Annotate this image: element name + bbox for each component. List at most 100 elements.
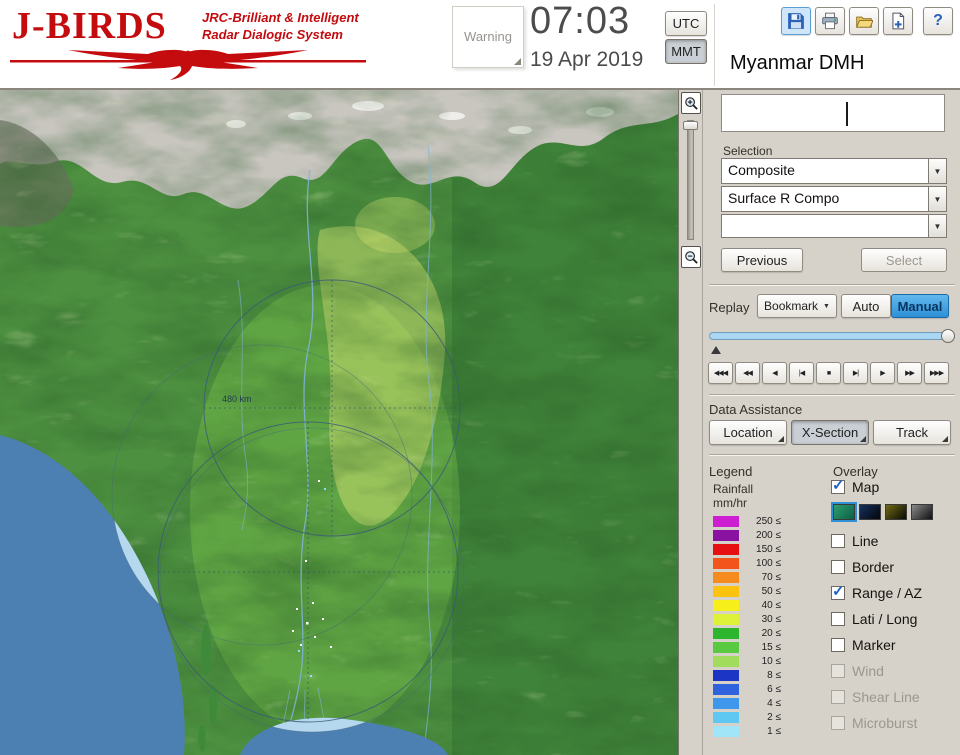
surface-combo-value[interactable]: Surface R Compo — [721, 186, 928, 212]
open-file-button[interactable] — [849, 7, 879, 35]
legend-value: 100 ≤ — [756, 557, 781, 569]
help-button[interactable]: ? — [923, 7, 953, 35]
overlay-item-label: Marker — [852, 637, 896, 653]
overlay-item-line[interactable]: Line — [831, 532, 959, 550]
new-document-button[interactable] — [883, 7, 913, 35]
legend-value: 10 ≤ — [761, 655, 781, 667]
control-panel: Selection Composite ▼ Surface R Compo ▼ … — [702, 90, 960, 755]
legend-color-swatch — [713, 529, 739, 541]
legend-value: 150 ≤ — [756, 543, 781, 555]
legend-color-swatch — [713, 725, 739, 737]
app-logo-subtitle-2: Radar Dialogic System — [202, 27, 343, 42]
overlay-item-label: Border — [852, 559, 895, 575]
overlay-item-marker[interactable]: Marker — [831, 636, 959, 654]
playback-fast-forward-button[interactable]: ▶▶ — [897, 362, 922, 384]
open-folder-icon — [856, 16, 873, 28]
auto-mode-button[interactable]: Auto — [841, 294, 891, 318]
legend-row: 4 ≤ — [713, 696, 781, 710]
eagle-logo-icon — [10, 49, 366, 80]
map-style-swatch-olive-style[interactable] — [885, 504, 907, 520]
zoom-slider-thumb[interactable] — [683, 121, 698, 130]
chevron-down-icon[interactable]: ▼ — [928, 186, 947, 212]
timeline-thumb[interactable] — [941, 329, 955, 343]
map-style-swatch-terrain-style[interactable] — [831, 502, 857, 522]
zoom-slider[interactable] — [687, 120, 694, 240]
legend-row: 40 ≤ — [713, 598, 781, 612]
product-combo: Composite ▼ — [721, 158, 947, 184]
playback-step-forward-button[interactable]: ▶| — [843, 362, 868, 384]
legend-value: 250 ≤ — [756, 515, 781, 527]
legend-color-swatch — [713, 571, 739, 583]
warning-label: Warning — [464, 29, 512, 44]
print-icon — [822, 12, 838, 30]
legend-color-swatch — [713, 641, 739, 653]
overlay-item-label: Range / AZ — [852, 585, 923, 601]
legend-value: 6 ≤ — [767, 683, 781, 695]
overlay-item-microburst: Microburst — [831, 714, 959, 732]
checkbox[interactable] — [831, 638, 845, 652]
extra-combo: ▼ — [721, 214, 947, 238]
product-combo-value[interactable]: Composite — [721, 158, 928, 184]
overlay-item-map[interactable]: ✓ Map — [831, 477, 959, 496]
overlay-options: ✓ Map Line Border ✓ Range / AZ Lati / Long Mark… — [831, 477, 959, 740]
header-divider — [714, 4, 715, 86]
rainfall-legend: 250 ≤ 200 ≤ 150 ≤ 100 ≤ 70 ≤ 50 ≤ 40 ≤ 30 ≤ 20 ≤… — [713, 514, 781, 738]
radar-map-canvas[interactable]: 480 km — [0, 90, 678, 755]
playback-play-reverse-button[interactable]: ◀ — [762, 362, 787, 384]
range-ring-label: 480 km — [222, 394, 252, 404]
playback-jump-back-button[interactable]: ◀◀◀ — [708, 362, 733, 384]
manual-mode-button[interactable]: Manual — [891, 294, 949, 318]
check-icon: ✓ — [832, 477, 845, 494]
app-logo-subtitle-1: JRC-Brilliant & Intelligent — [202, 10, 359, 25]
legend-color-swatch — [713, 655, 739, 667]
legend-row: 70 ≤ — [713, 570, 781, 584]
timezone-utc-button[interactable]: UTC — [665, 11, 707, 36]
map-style-swatch-gray-style[interactable] — [911, 504, 933, 520]
playback-fast-rewind-button[interactable]: ◀◀ — [735, 362, 760, 384]
legend-color-swatch — [713, 557, 739, 569]
playback-play-button[interactable]: ▶ — [870, 362, 895, 384]
zoom-in-button[interactable] — [681, 92, 701, 114]
legend-value: 1 ≤ — [767, 725, 781, 737]
selection-label: Selection — [723, 144, 773, 158]
legend-row: 150 ≤ — [713, 542, 781, 556]
checkbox[interactable] — [831, 612, 845, 626]
new-document-icon — [892, 12, 905, 30]
previous-button[interactable]: Previous — [721, 248, 803, 272]
overlay-item-label: Microburst — [852, 715, 918, 731]
x-section-button[interactable]: X-Section — [791, 420, 869, 445]
playback-jump-forward-button[interactable]: ▶▶▶ — [924, 362, 949, 384]
timeline-track[interactable] — [709, 332, 955, 340]
legend-color-swatch — [713, 613, 739, 625]
warning-panel[interactable]: Warning — [452, 6, 524, 68]
checkbox[interactable] — [831, 560, 845, 574]
checkbox[interactable]: ✓ — [831, 477, 845, 494]
save-button[interactable] — [781, 7, 811, 35]
checkbox[interactable]: ✓ — [831, 583, 845, 600]
overlay-item-range-az[interactable]: ✓ Range / AZ — [831, 583, 959, 602]
legend-color-swatch — [713, 669, 739, 681]
bookmark-button[interactable]: Bookmark ▼ — [757, 294, 837, 318]
extra-combo-value[interactable] — [721, 214, 928, 238]
overlay-item-lati-long[interactable]: Lati / Long — [831, 610, 959, 628]
checkbox — [831, 716, 845, 730]
playback-stop-button[interactable]: ■ — [816, 362, 841, 384]
overlay-item-border[interactable]: Border — [831, 558, 959, 576]
timezone-mmt-button[interactable]: MMT — [665, 39, 707, 64]
map-style-swatch-dark-blue-style[interactable] — [859, 504, 881, 520]
legend-color-swatch — [713, 515, 739, 527]
check-icon: ✓ — [832, 583, 845, 600]
playback-step-back-button[interactable]: |◀ — [789, 362, 814, 384]
select-button: Select — [861, 248, 947, 272]
location-button[interactable]: Location — [709, 420, 787, 445]
replay-timeline-slider[interactable] — [709, 328, 955, 344]
chevron-down-icon[interactable]: ▼ — [928, 158, 947, 184]
track-button[interactable]: Track — [873, 420, 951, 445]
chevron-down-icon[interactable]: ▼ — [928, 214, 947, 238]
checkbox[interactable] — [831, 534, 845, 548]
print-button[interactable] — [815, 7, 845, 35]
zoom-out-button[interactable] — [681, 246, 701, 268]
station-text-input[interactable] — [721, 94, 945, 132]
station-name-label: Myanmar DMH — [730, 52, 865, 74]
jbirds-application-window: J-BIRDS JRC-Brilliant & Intelligent Rada… — [0, 0, 960, 755]
